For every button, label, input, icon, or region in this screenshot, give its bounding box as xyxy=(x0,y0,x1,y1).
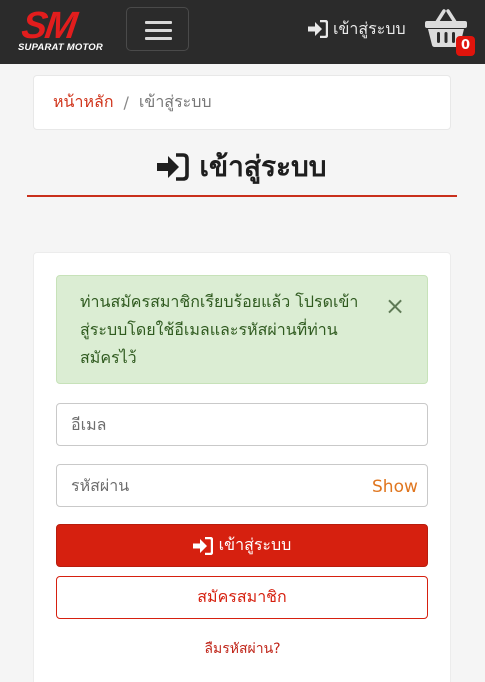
sign-in-icon xyxy=(157,153,190,181)
breadcrumb-separator: / xyxy=(123,93,129,112)
sign-in-icon xyxy=(192,536,213,555)
menu-toggle-button[interactable] xyxy=(126,7,189,51)
register-button[interactable]: สมัครสมาชิก xyxy=(56,576,428,619)
email-field[interactable] xyxy=(56,403,428,446)
hamburger-icon-bar xyxy=(145,37,172,40)
close-icon[interactable]: × xyxy=(383,291,407,321)
hamburger-icon-bar xyxy=(145,29,172,32)
sign-in-icon xyxy=(308,20,328,38)
logo-mark: SM xyxy=(19,5,78,47)
alert-message: ท่านสมัครสมาชิกเรียบร้อยแล้ว โปรดเข้าสู่… xyxy=(80,292,359,367)
breadcrumb: หน้าหลัก / เข้าสู่ระบบ xyxy=(33,75,451,130)
navbar: SM SUPARAT MOTOR เข้าสู่ระบบ 0 xyxy=(0,0,485,64)
logo-subtitle: SUPARAT MOTOR xyxy=(18,42,103,53)
brand-logo[interactable]: SM SUPARAT MOTOR xyxy=(18,5,110,54)
nav-login-link[interactable]: เข้าสู่ระบบ xyxy=(308,15,406,43)
breadcrumb-current: เข้าสู่ระบบ xyxy=(138,92,212,111)
cart-count-badge: 0 xyxy=(456,36,475,56)
register-button-label: สมัครสมาชิก xyxy=(197,587,287,606)
hamburger-icon xyxy=(145,21,172,24)
login-button-label: เข้าสู่ระบบ xyxy=(218,535,292,554)
nav-login-label: เข้าสู่ระบบ xyxy=(333,18,406,38)
page-title-text: เข้าสู่ระบบ xyxy=(199,150,327,183)
login-button[interactable]: เข้าสู่ระบบ xyxy=(56,524,428,567)
title-divider xyxy=(27,195,457,197)
success-alert: ท่านสมัครสมาชิกเรียบร้อยแล้ว โปรดเข้าสู่… xyxy=(56,275,428,384)
page-title: เข้าสู่ระบบ xyxy=(27,147,457,187)
breadcrumb-home-link[interactable]: หน้าหลัก xyxy=(53,90,114,115)
forgot-password-link[interactable]: ลืมรหัสผ่าน? xyxy=(0,638,485,660)
show-password-toggle[interactable]: Show xyxy=(372,476,418,498)
